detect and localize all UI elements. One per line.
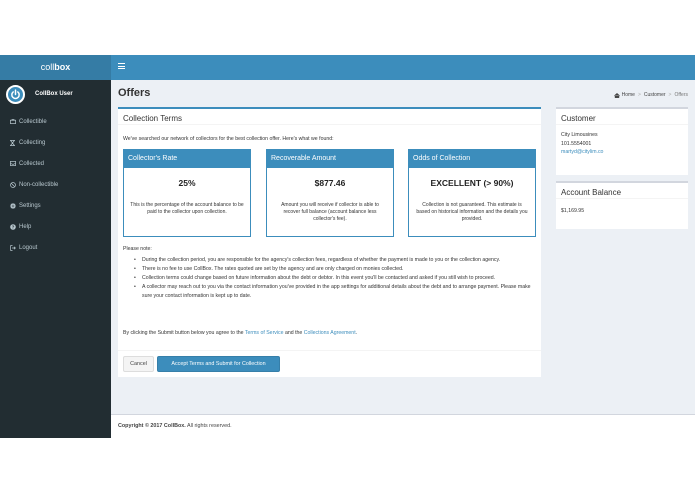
list-item: A collector may reach out to you via the… [123, 283, 536, 301]
card-description: Collection is not guaranteed. This estim… [416, 202, 528, 222]
hourglass-icon [8, 139, 17, 146]
sidebar-item-collected[interactable]: Collected [0, 153, 111, 174]
collections-agreement-link[interactable]: Collections Agreement [304, 330, 356, 336]
gear-icon [8, 202, 17, 209]
breadcrumb-customer[interactable]: Customer [644, 92, 666, 98]
main-content: Offers Home > Customer > Offers Collecti… [111, 80, 695, 414]
agreement-prefix: By clicking the Submit button below you … [123, 330, 245, 336]
sidebar-item-label: Logout [19, 244, 38, 251]
sidebar-item-settings[interactable]: Settings [0, 195, 111, 216]
breadcrumb-separator: > [668, 92, 672, 98]
user-panel: CollBox User [0, 80, 111, 108]
sidebar-item-label: Collecting [19, 139, 46, 146]
sidebar-item-label: Settings [19, 202, 41, 209]
card-description: This is the percentage of the account ba… [130, 202, 244, 215]
notes-list: During the collection period, you are re… [123, 256, 536, 301]
customer-title: Customer [556, 109, 688, 125]
sidebar-item-non-collectible[interactable]: Non-collectible [0, 174, 111, 195]
terms-of-service-link[interactable]: Terms of Service [245, 330, 284, 336]
user-name: CollBox User [35, 91, 73, 97]
sidebar-item-help[interactable]: ? Help [0, 216, 111, 237]
inbox-icon [8, 161, 17, 166]
list-item: During the collection period, you are re… [123, 256, 536, 265]
card-value: 25% [178, 178, 196, 188]
odds-of-collection-card: Odds of Collection EXCELLENT (> 90%) Col… [408, 149, 536, 237]
list-item: There is no fee to use CollBox. The rate… [123, 265, 536, 274]
app-window: collbox CollBox User Collectible Collect… [0, 55, 695, 438]
action-buttons: Cancel Accept Terms and Submit for Colle… [118, 350, 541, 372]
sidebar-item-collecting[interactable]: Collecting [0, 132, 111, 153]
page-title: Offers [118, 87, 151, 99]
card-description: Amount you will receive if collector is … [281, 202, 379, 222]
customer-details: City Limousines 101.5554001 martyd@cityl… [556, 125, 688, 157]
collection-terms-box: Collection Terms We've searched our netw… [118, 107, 541, 377]
copyright-text: Copyright © 2017 CollBox. [118, 423, 186, 429]
agreement-mid: and the [283, 330, 304, 336]
sidebar-item-label: Help [19, 223, 32, 230]
agreement-suffix: . [355, 330, 358, 336]
sidebar-item-label: Collectible [19, 118, 47, 125]
customer-name: City Limousines [561, 132, 598, 138]
recoverable-amount-card: Recoverable Amount $877.46 Amount you wi… [266, 149, 394, 237]
rights-text: All rights reserved. [185, 423, 232, 429]
sidebar-item-label: Collected [19, 160, 45, 167]
list-item: Collection terms could change based on f… [123, 274, 536, 283]
card-heading: Odds of Collection [409, 150, 535, 168]
collection-terms-title: Collection Terms [118, 109, 541, 125]
account-balance-value: $1,169.95 [561, 208, 585, 214]
breadcrumb: Home > Customer > Offers [613, 92, 688, 98]
sidebar-item-collectible[interactable]: Collectible [0, 111, 111, 132]
breadcrumb-current: Offers [674, 92, 688, 98]
ban-icon [8, 181, 17, 188]
logout-icon [8, 244, 17, 251]
breadcrumb-home[interactable]: Home [622, 92, 635, 98]
power-icon [11, 88, 20, 99]
sidebar: collbox CollBox User Collectible Collect… [0, 55, 111, 438]
top-navbar [111, 55, 695, 80]
collector-rate-card: Collector's Rate 25% This is the percent… [123, 149, 251, 237]
terms-intro: We've searched our network of collectors… [123, 136, 334, 142]
customer-box: Customer City Limousines 101.5554001 mar… [556, 107, 688, 175]
app-logo[interactable]: collbox [0, 55, 111, 80]
svg-text:?: ? [11, 224, 14, 229]
home-icon [613, 92, 620, 98]
customer-phone: 101.5554001 [561, 140, 592, 147]
logo-prefix: coll [40, 62, 55, 72]
account-balance-box: Account Balance $1,169.95 [556, 181, 688, 229]
cancel-button[interactable]: Cancel [123, 356, 154, 372]
avatar [6, 84, 25, 104]
customer-email-link[interactable]: martyd@citylim.co [561, 148, 683, 157]
footer: Copyright © 2017 CollBox. All rights res… [111, 414, 695, 438]
card-heading: Recoverable Amount [267, 150, 393, 168]
help-icon: ? [8, 223, 17, 230]
agreement-text: By clicking the Submit button below you … [123, 330, 357, 336]
sidebar-item-logout[interactable]: Logout [0, 237, 111, 258]
briefcase-icon [8, 119, 17, 124]
submit-button[interactable]: Accept Terms and Submit for Collection [157, 356, 280, 372]
account-balance-title: Account Balance [556, 183, 688, 199]
breadcrumb-separator: > [637, 92, 641, 98]
note-label: Please note: [123, 246, 152, 252]
card-value: EXCELLENT (> 90%) [430, 178, 514, 188]
card-heading: Collector's Rate [124, 150, 250, 168]
sidebar-menu: Collectible Collecting Collected Non-col… [0, 111, 111, 258]
logo-suffix: box [54, 62, 71, 72]
card-value: $877.46 [314, 178, 346, 188]
menu-toggle-icon[interactable] [118, 63, 125, 70]
sidebar-item-label: Non-collectible [19, 181, 59, 188]
